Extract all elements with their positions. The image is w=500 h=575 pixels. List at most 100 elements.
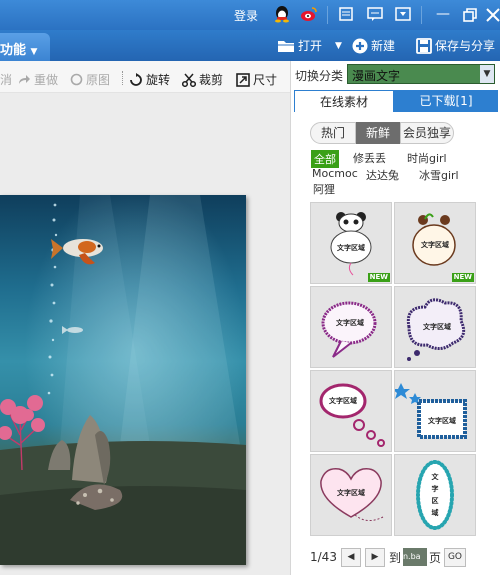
close-icon[interactable] bbox=[484, 6, 500, 24]
original-circle-icon bbox=[70, 73, 83, 86]
material-item[interactable]: 文 字 区 域 bbox=[394, 454, 476, 536]
goto-page-input[interactable]: n.ba bbox=[402, 548, 427, 566]
open-label: 打开 bbox=[298, 39, 323, 53]
panda-balloon-sticker: 文字区域 bbox=[330, 212, 372, 276]
material-item[interactable]: 文字区域 bbox=[394, 286, 476, 368]
minimize-icon[interactable]: — bbox=[436, 6, 450, 22]
material-text: 文字区域 bbox=[423, 322, 451, 331]
crop-button[interactable]: 裁剪 bbox=[182, 71, 223, 88]
save-icon bbox=[416, 37, 432, 54]
save-share-button[interactable]: 保存与分享 bbox=[416, 37, 495, 54]
tag-dadatu[interactable]: 达达兔 bbox=[366, 167, 399, 183]
resize-label: 尺寸 bbox=[253, 73, 278, 87]
dotted-oval-sticker: 文 字 区 域 bbox=[416, 460, 454, 530]
title-bar: 登录 — bbox=[0, 0, 500, 30]
material-text: 文字区域 bbox=[421, 240, 449, 249]
photo-preview[interactable] bbox=[0, 195, 246, 565]
crop-label: 裁剪 bbox=[199, 73, 224, 87]
category-select[interactable]: 漫画文字 ▼ bbox=[347, 64, 495, 84]
undo-label: 消 bbox=[0, 73, 13, 87]
material-text: 文字区域 bbox=[337, 243, 365, 252]
svg-text:域: 域 bbox=[432, 508, 439, 517]
login-link[interactable]: 登录 bbox=[234, 7, 258, 24]
material-item[interactable]: 文字区域 bbox=[310, 286, 392, 368]
resize-button[interactable]: 尺寸 bbox=[236, 71, 277, 88]
prev-page-button[interactable]: ◀ bbox=[340, 547, 361, 567]
category-label: 切换分类 bbox=[295, 69, 344, 83]
material-item[interactable]: 文字区域 bbox=[310, 370, 392, 452]
page-info: 1/43 bbox=[310, 550, 337, 564]
chevron-down-icon: ▼ bbox=[30, 47, 38, 57]
new-badge: NEW bbox=[451, 273, 474, 282]
blue-frame-sticker: 文字区域 bbox=[392, 383, 467, 439]
purple-scribble-bubble: 文字区域 bbox=[321, 301, 377, 358]
open-button[interactable]: 打开 ▼ bbox=[277, 37, 342, 54]
svg-text:区: 区 bbox=[432, 497, 439, 505]
tag-ali[interactable]: 阿狸 bbox=[313, 181, 335, 197]
material-item[interactable]: 文字区域 NEW bbox=[310, 202, 392, 284]
original-button[interactable]: 原图 bbox=[70, 71, 110, 88]
aquarium-image bbox=[0, 195, 246, 565]
plus-circle-icon bbox=[352, 38, 368, 53]
svg-text:文: 文 bbox=[432, 472, 440, 481]
next-page-button[interactable]: ▶ bbox=[364, 547, 385, 567]
undo-button[interactable]: 消 bbox=[0, 71, 12, 88]
material-text: 文字区域 bbox=[329, 396, 357, 405]
original-label: 原图 bbox=[86, 73, 111, 87]
tab-downloaded[interactable]: 已下载[1] bbox=[394, 90, 498, 112]
panel-tabs: 在线素材 已下载[1] bbox=[294, 90, 498, 112]
folder-icon bbox=[278, 40, 294, 52]
material-item[interactable]: 文字区域 NEW bbox=[394, 202, 476, 284]
document-icon[interactable] bbox=[337, 5, 355, 23]
edit-toolbar: 消 重做 原图 旋转 裁剪 尺寸 bbox=[0, 61, 290, 93]
material-item[interactable]: 文字区域 bbox=[310, 454, 392, 536]
tag-ice-girl[interactable]: 冰雪girl bbox=[419, 167, 459, 183]
goto-label: 到 bbox=[388, 550, 401, 565]
weibo-icon[interactable] bbox=[300, 5, 318, 23]
chevron-down-icon[interactable]: ▼ bbox=[480, 65, 494, 83]
segment-vip[interactable]: 会员独享 bbox=[400, 122, 454, 144]
redo-button[interactable]: 重做 bbox=[17, 71, 58, 88]
tag-fashion-girl[interactable]: 时尚girl bbox=[407, 150, 447, 166]
chat-icon[interactable] bbox=[366, 5, 384, 23]
material-text: 文字区域 bbox=[337, 488, 365, 497]
pagination: 1/43 ◀ ▶ 到 n.ba 页 GO bbox=[310, 547, 466, 567]
dropdown-box-icon[interactable] bbox=[394, 5, 412, 23]
scissors-icon bbox=[182, 73, 196, 87]
page-suffix: 页 bbox=[428, 550, 441, 565]
material-grid: 文字区域 NEW 文字区域 NEW 文字区域 文字区域 文字区域 文字区域 文字… bbox=[310, 202, 478, 538]
restore-icon[interactable] bbox=[461, 6, 479, 24]
new-label: 新建 bbox=[371, 39, 396, 53]
go-button[interactable]: GO bbox=[443, 547, 466, 567]
bear-bubble-sticker: 文字区域 bbox=[412, 213, 456, 266]
svg-text:字: 字 bbox=[432, 484, 439, 493]
tag-mocmoc[interactable]: Mocmoc bbox=[312, 167, 358, 180]
tag-xiudiudiu[interactable]: 修丢丢 bbox=[353, 150, 386, 166]
save-share-label: 保存与分享 bbox=[435, 39, 496, 53]
redo-label: 重做 bbox=[34, 73, 59, 87]
segment-hot[interactable]: 热门 bbox=[310, 122, 356, 144]
material-item[interactable]: 文字区域 bbox=[392, 370, 476, 452]
material-panel: 切换分类 漫画文字 ▼ 在线素材 已下载[1] 热门 新鲜 会员独享 全部 修丢… bbox=[290, 61, 500, 575]
new-button[interactable]: 新建 bbox=[352, 37, 395, 54]
rotate-button[interactable]: 旋转 bbox=[129, 71, 170, 88]
resize-icon bbox=[236, 72, 250, 87]
segment-new[interactable]: 新鲜 bbox=[356, 122, 400, 144]
function-menu-button[interactable]: 功能 ▼ bbox=[0, 33, 50, 61]
tag-all[interactable]: 全部 bbox=[311, 150, 339, 168]
pink-circle-bubble: 文字区域 bbox=[319, 383, 385, 447]
category-value: 漫画文字 bbox=[352, 69, 401, 83]
heart-bubble-sticker: 文字区域 bbox=[320, 468, 384, 521]
tab-online-materials[interactable]: 在线素材 bbox=[294, 90, 394, 112]
main-toolbar: 功能 ▼ 打开 ▼ 新建 保存与分享 bbox=[0, 30, 500, 61]
chevron-down-icon: ▼ bbox=[335, 40, 342, 51]
new-badge: NEW bbox=[367, 273, 390, 282]
divider bbox=[122, 71, 123, 85]
material-text: 文字区域 bbox=[428, 416, 456, 425]
rotate-label: 旋转 bbox=[146, 73, 171, 87]
qq-icon[interactable] bbox=[273, 5, 291, 23]
material-text: 文字区域 bbox=[336, 318, 364, 327]
navy-cloud-bubble: 文字区域 bbox=[406, 298, 466, 361]
function-menu-label: 功能 bbox=[0, 43, 27, 58]
redo-icon bbox=[19, 74, 30, 84]
